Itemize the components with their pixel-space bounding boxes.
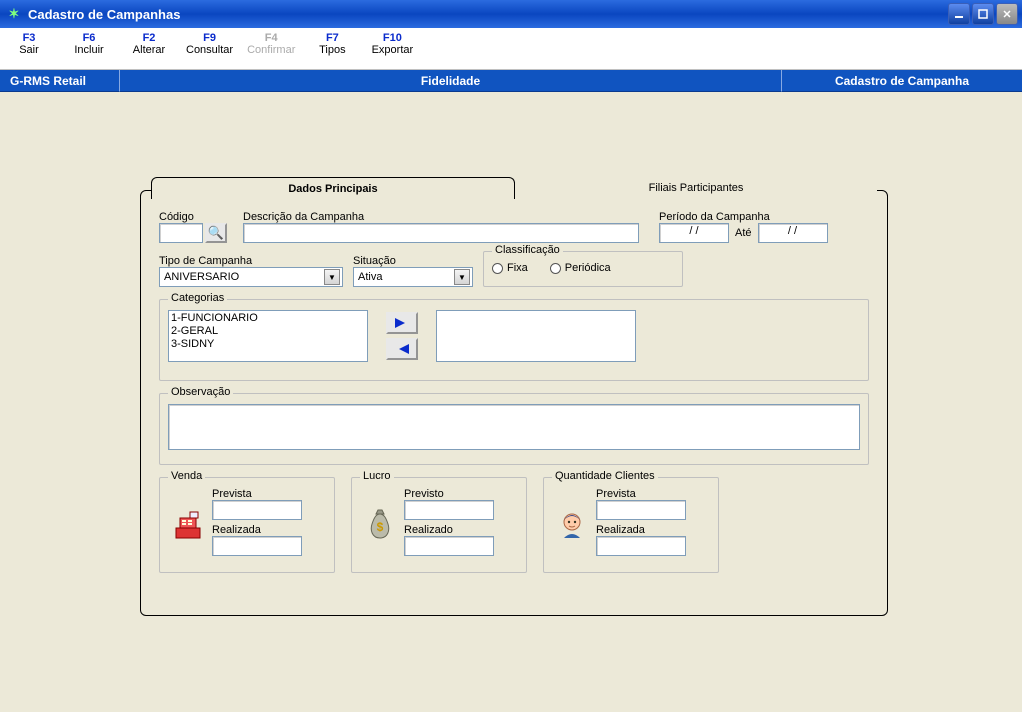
clientes-legend: Quantidade Clientes xyxy=(552,470,658,482)
status-band: G-RMS Retail Fidelidade Cadastro de Camp… xyxy=(0,70,1022,92)
tipo-campanha-value: ANIVERSARIO xyxy=(164,271,239,283)
tipo-campanha-label: Tipo de Campanha xyxy=(159,255,343,267)
fkey-name: Confirmar xyxy=(247,44,295,56)
venda-realizada-input[interactable] xyxy=(212,536,302,556)
codigo-label: Código xyxy=(159,211,229,223)
maximize-button[interactable] xyxy=(972,3,994,25)
lucro-previsto-input[interactable] xyxy=(404,500,494,520)
categorias-add-button[interactable] xyxy=(386,312,418,334)
codigo-input[interactable] xyxy=(159,223,203,243)
tipo-campanha-combo[interactable]: ANIVERSARIO ▼ xyxy=(159,267,343,287)
statusband-mid: Fidelidade xyxy=(120,70,782,92)
toolbtn-alterar[interactable]: F2Alterar xyxy=(126,32,172,56)
lucro-realizado-label: Realizado xyxy=(404,524,518,536)
radio-label: Fixa xyxy=(507,262,528,274)
situacao-value: Ativa xyxy=(358,271,382,283)
tab-label: Filiais Participantes xyxy=(649,182,744,194)
fkey-toolbar: F3SairF6IncluirF2AlterarF9ConsultarF4Con… xyxy=(0,28,1022,70)
codigo-lookup-button[interactable]: 🔍 xyxy=(205,223,227,243)
descricao-label: Descrição da Campanha xyxy=(243,211,639,223)
observacao-input[interactable] xyxy=(168,404,860,450)
categorias-legend: Categorias xyxy=(168,292,227,304)
radio-icon xyxy=(550,263,561,274)
clientes-prevista-input[interactable] xyxy=(596,500,686,520)
fkey-name: Exportar xyxy=(369,44,415,56)
clientes-prevista-label: Prevista xyxy=(596,488,710,500)
categorias-available-list[interactable]: 1-FUNCIONARIO2-GERAL3-SIDNY xyxy=(168,310,368,362)
periodo-to-input[interactable]: / / xyxy=(758,223,828,243)
toolbtn-incluir[interactable]: F6Incluir xyxy=(66,32,112,56)
fkey-label: F6 xyxy=(66,32,112,44)
periodo-label: Período da Campanha xyxy=(659,211,869,223)
cash-register-icon xyxy=(170,508,206,544)
workarea: Dados Principais Filiais Participantes C… xyxy=(0,92,1022,712)
window-titlebar: ✶ Cadastro de Campanhas xyxy=(0,0,1022,28)
arrow-left-icon xyxy=(393,342,411,356)
money-bag-icon: $ xyxy=(362,508,398,544)
observacao-legend: Observação xyxy=(168,386,233,398)
classificacao-periodica-radio[interactable]: Periódica xyxy=(550,262,611,274)
toolbtn-confirmar: F4Confirmar xyxy=(247,32,295,56)
chevron-down-icon: ▼ xyxy=(454,269,470,285)
statusband-left: G-RMS Retail xyxy=(0,70,120,92)
binoculars-icon: 🔍 xyxy=(208,225,224,241)
close-button[interactable] xyxy=(996,3,1018,25)
lucro-previsto-label: Previsto xyxy=(404,488,518,500)
list-item[interactable]: 2-GERAL xyxy=(171,325,365,338)
classificacao-legend: Classificação xyxy=(492,244,563,256)
minimize-button[interactable] xyxy=(948,3,970,25)
window-title: Cadastro de Campanhas xyxy=(28,7,180,22)
categorias-remove-button[interactable] xyxy=(386,338,418,360)
fkey-name: Incluir xyxy=(66,44,112,56)
arrow-right-icon xyxy=(393,316,411,330)
fkey-name: Tipos xyxy=(309,44,355,56)
venda-legend: Venda xyxy=(168,470,205,482)
person-icon xyxy=(554,508,590,544)
toolbtn-exportar[interactable]: F10Exportar xyxy=(369,32,415,56)
list-item[interactable]: 3-SIDNY xyxy=(171,338,365,351)
tab-filiais-participantes[interactable]: Filiais Participantes xyxy=(515,177,877,199)
toolbtn-tipos[interactable]: F7Tipos xyxy=(309,32,355,56)
radio-label: Periódica xyxy=(565,262,611,274)
tab-label: Dados Principais xyxy=(288,183,377,195)
statusband-right: Cadastro de Campanha xyxy=(782,70,1022,92)
form-panel: Dados Principais Filiais Participantes C… xyxy=(140,190,888,616)
categorias-selected-list[interactable] xyxy=(436,310,636,362)
tab-dados-principais[interactable]: Dados Principais xyxy=(151,177,515,199)
fkey-label: F10 xyxy=(369,32,415,44)
chevron-down-icon: ▼ xyxy=(324,269,340,285)
lucro-legend: Lucro xyxy=(360,470,394,482)
fkey-name: Alterar xyxy=(126,44,172,56)
clientes-realizada-input[interactable] xyxy=(596,536,686,556)
fkey-label: F7 xyxy=(309,32,355,44)
toolbtn-consultar[interactable]: F9Consultar xyxy=(186,32,233,56)
situacao-label: Situação xyxy=(353,255,473,267)
tab-strip: Dados Principais Filiais Participantes xyxy=(151,177,877,199)
fkey-label: F3 xyxy=(6,32,52,44)
classificacao-fixa-radio[interactable]: Fixa xyxy=(492,262,528,274)
fkey-label: F4 xyxy=(247,32,295,44)
fkey-label: F2 xyxy=(126,32,172,44)
radio-icon xyxy=(492,263,503,274)
descricao-input[interactable] xyxy=(243,223,639,243)
app-icon: ✶ xyxy=(6,6,22,22)
clientes-realizada-label: Realizada xyxy=(596,524,710,536)
fkey-name: Sair xyxy=(6,44,52,56)
situacao-combo[interactable]: Ativa ▼ xyxy=(353,267,473,287)
periodo-separator: Até xyxy=(735,227,752,239)
toolbtn-sair[interactable]: F3Sair xyxy=(6,32,52,56)
lucro-realizado-input[interactable] xyxy=(404,536,494,556)
fkey-label: F9 xyxy=(186,32,233,44)
svg-text:$: $ xyxy=(377,520,384,534)
venda-prevista-input[interactable] xyxy=(212,500,302,520)
venda-realizada-label: Realizada xyxy=(212,524,326,536)
list-item[interactable]: 1-FUNCIONARIO xyxy=(171,312,365,325)
periodo-from-input[interactable]: / / xyxy=(659,223,729,243)
venda-prevista-label: Prevista xyxy=(212,488,326,500)
fkey-name: Consultar xyxy=(186,44,233,56)
